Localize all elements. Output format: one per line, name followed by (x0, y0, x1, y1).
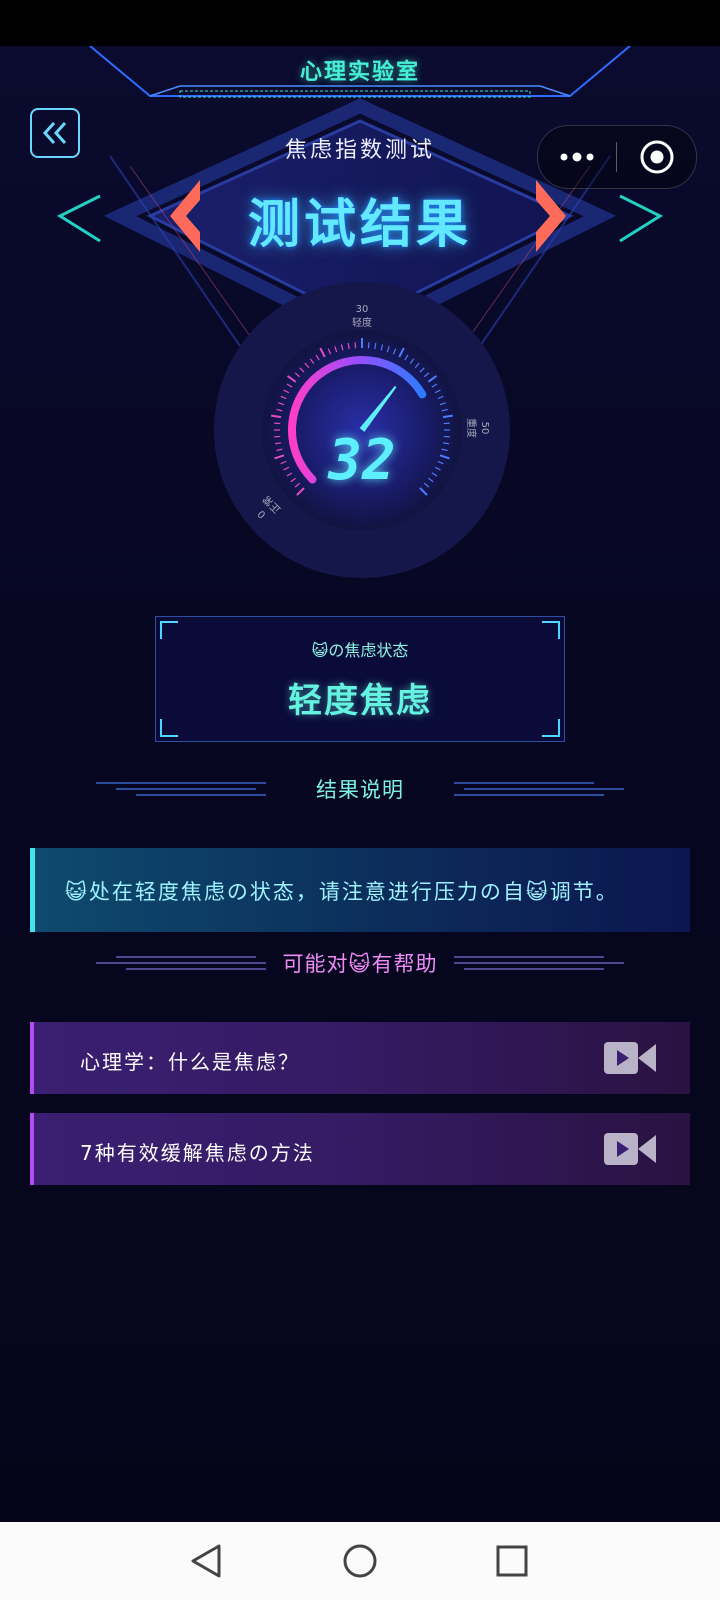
score-value: 32 (328, 428, 396, 493)
page-title: 测试结果 (247, 195, 472, 255)
gauge-tick-50: 50 (479, 422, 490, 435)
nav-home-button[interactable] (338, 1539, 382, 1583)
result-description-text: 😺处在轻度焦虑の状态，请注意进行压力の自😺调节。 (65, 880, 619, 904)
anxiety-state-card: 😺の焦虑状态 轻度焦虑 (155, 616, 565, 742)
result-section-heading: 结果说明 (0, 774, 720, 804)
result-description-card: 😺处在轻度焦虑の状态，请注意进行压力の自😺调节。 (30, 848, 690, 932)
help-item-video[interactable]: 7种有效缓解焦虑の方法 (30, 1113, 690, 1185)
help-item-label: 心理学：什么是焦虑？ (80, 1050, 300, 1074)
video-icon (604, 1042, 656, 1074)
gauge-label-50: 重度 (465, 418, 478, 438)
video-icon (604, 1133, 656, 1165)
state-value: 轻度焦虑 (288, 681, 432, 721)
status-bar (0, 0, 720, 46)
nav-back-button[interactable] (184, 1539, 228, 1583)
heading-lines-right (454, 956, 624, 970)
square-recents-icon (496, 1545, 528, 1577)
triangle-back-icon (191, 1544, 221, 1578)
help-section-heading: 可能对😺有帮助 (0, 948, 720, 978)
nav-recents-button[interactable] (490, 1539, 534, 1583)
state-label: 😺の焦虑状态 (311, 641, 409, 660)
app-screen: 心理实验室 焦虑指数测试 测试结果 30 轻度 50 重度 0 正常 32 😺の… (0, 46, 720, 1522)
test-subtitle: 焦虑指数测试 (284, 138, 435, 163)
help-item-label: 7种有效缓解焦虑の方法 (80, 1141, 315, 1165)
gauge-label-30: 轻度 (352, 316, 372, 329)
system-navigation-bar (0, 1522, 720, 1600)
heading-lines-right (454, 782, 624, 796)
app-title: 心理实验室 (299, 60, 420, 85)
help-item-video[interactable]: 心理学：什么是焦虑？ (30, 1022, 690, 1094)
next-arrow-icon (536, 180, 566, 252)
circle-home-icon (343, 1544, 377, 1578)
gauge-tick-30: 30 (356, 304, 369, 315)
